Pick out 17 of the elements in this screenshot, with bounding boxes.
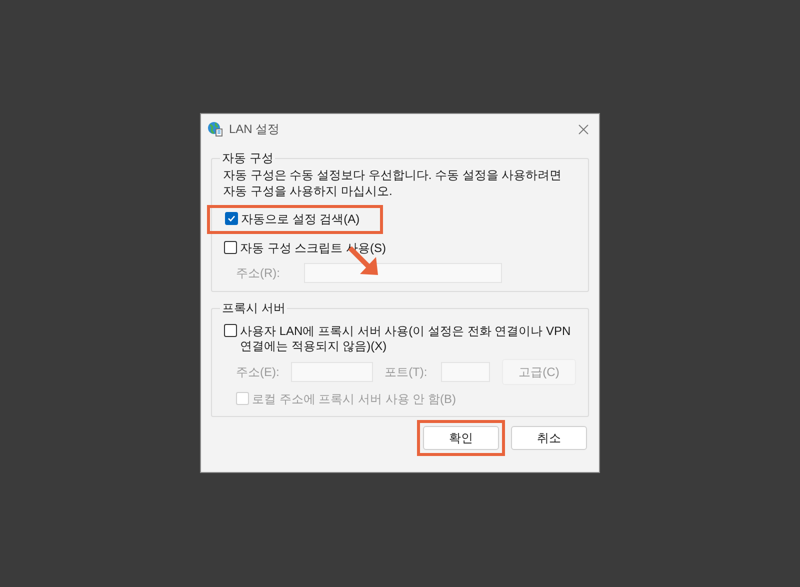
window-title: LAN 설정 <box>229 121 280 138</box>
globe-icon <box>207 121 223 137</box>
checkbox-label[interactable]: 자동으로 설정 검색(A) <box>241 212 360 227</box>
input-field[interactable] <box>304 263 502 283</box>
group-title: 프록시 서버 <box>220 301 288 315</box>
field-label: 주소(R): <box>236 265 281 282</box>
checkmark-icon <box>227 214 236 223</box>
field-label: 주소(E): <box>236 364 280 381</box>
cancel-button[interactable]: 취소 <box>511 426 587 450</box>
ok-button[interactable]: 확인 <box>423 426 499 450</box>
checkbox[interactable] <box>225 212 238 225</box>
group-title: 자동 구성 <box>220 151 276 165</box>
checkbox[interactable] <box>224 241 237 254</box>
checkbox[interactable] <box>224 324 237 337</box>
description-text: 자동 구성은 수동 설정보다 우선합니다. 수동 설정을 사용하려면 자동 구성을 사용하지 마십시오. <box>223 167 563 199</box>
checkbox-label[interactable]: 사용자 LAN에 프록시 서버 사용(이 설정은 전화 연결이나 VPN 연결에는 적용되지 않음)(X) <box>240 324 576 354</box>
field-label: 포트(T): <box>384 364 428 381</box>
